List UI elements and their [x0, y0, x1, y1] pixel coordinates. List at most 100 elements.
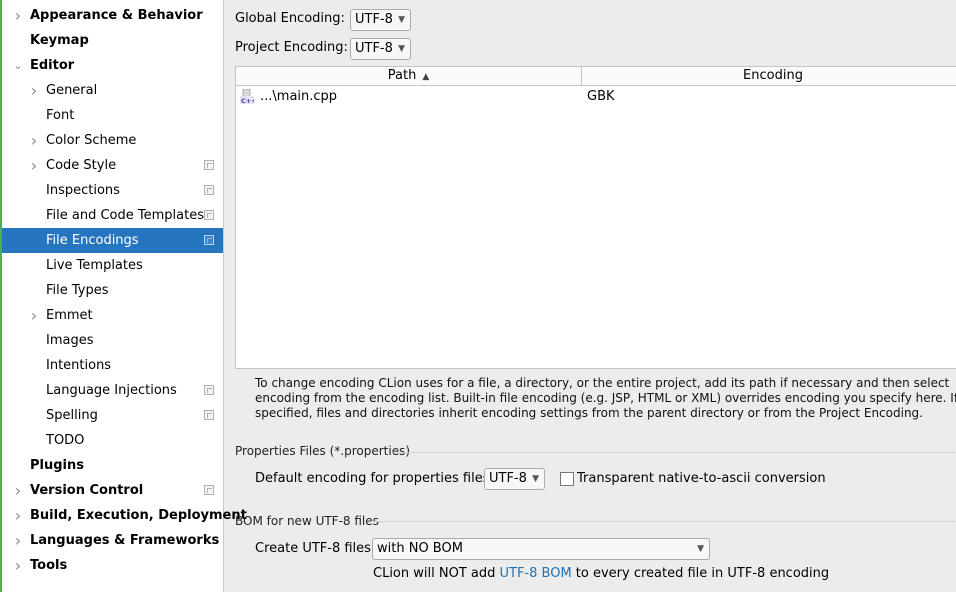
global-encoding-label: Global Encoding:: [235, 11, 345, 26]
project-encoding-label: Project Encoding:: [235, 40, 348, 55]
chevron-right-icon[interactable]: ›: [12, 3, 24, 28]
sidebar-item-label: Tools: [30, 558, 68, 573]
sidebar-item-color-scheme[interactable]: › Color Scheme: [2, 128, 223, 153]
svg-text:C++: C++: [241, 97, 254, 104]
sidebar-item-live-templates[interactable]: Live Templates: [2, 253, 223, 278]
sidebar-item-label: Live Templates: [46, 258, 143, 273]
chevron-down-icon: ▼: [532, 474, 539, 484]
chevron-right-icon[interactable]: ›: [28, 78, 40, 103]
sidebar-item-label: File Types: [46, 283, 109, 298]
sidebar-item-plugins[interactable]: Plugins: [2, 453, 223, 478]
sidebar-item-file-and-code-templates[interactable]: File and Code Templates: [2, 203, 223, 228]
sidebar-item-file-types[interactable]: File Types: [2, 278, 223, 303]
project-scope-icon: [204, 210, 214, 220]
chevron-right-icon[interactable]: ›: [28, 303, 40, 328]
sidebar-item-version-control[interactable]: › Version Control: [2, 478, 223, 503]
chevron-right-icon[interactable]: ›: [12, 528, 24, 553]
default-properties-label: Default encoding for properties files:: [255, 471, 494, 486]
sidebar-item-todo[interactable]: TODO: [2, 428, 223, 453]
sidebar-item-build-execution-deployment[interactable]: › Build, Execution, Deployment: [2, 503, 247, 528]
chevron-down-icon: ▼: [398, 15, 405, 25]
sidebar-item-language-injections[interactable]: Language Injections: [2, 378, 223, 403]
project-scope-icon: [204, 185, 214, 195]
column-header-encoding-label: Encoding: [743, 68, 803, 83]
sidebar-item-inspections[interactable]: Inspections: [2, 178, 223, 203]
chevron-right-icon[interactable]: ›: [12, 553, 24, 578]
properties-section-title: Properties Files (*.properties): [235, 444, 411, 458]
sidebar-item-label: Color Scheme: [46, 133, 137, 148]
chevron-right-icon[interactable]: ›: [12, 478, 24, 503]
chevron-down-icon[interactable]: ⌄: [12, 53, 24, 78]
sidebar-item-languages-frameworks[interactable]: › Languages & Frameworks: [2, 528, 223, 553]
chevron-right-icon[interactable]: ›: [28, 128, 40, 153]
bom-note-prefix: CLion will NOT add: [373, 566, 500, 581]
bom-section-title: BOM for new UTF-8 files: [235, 514, 379, 528]
chevron-right-icon[interactable]: ›: [12, 503, 24, 528]
sidebar-item-label: Languages & Frameworks: [30, 533, 220, 548]
chevron-right-icon[interactable]: ›: [28, 153, 40, 178]
project-encoding-select[interactable]: UTF-8 ▼: [350, 38, 411, 60]
project-scope-icon: [204, 385, 214, 395]
sidebar-item-label: Language Injections: [46, 383, 177, 398]
chevron-down-icon: ▼: [398, 44, 405, 54]
row-path: ...\main.cpp: [260, 89, 338, 104]
transparent-conversion-checkbox[interactable]: [560, 472, 574, 486]
project-encoding-value: UTF-8: [355, 41, 393, 56]
sidebar-item-label: TODO: [46, 433, 85, 448]
sidebar-item-label: File Encodings: [46, 233, 139, 248]
sidebar-item-general[interactable]: › General: [2, 78, 223, 103]
cpp-file-icon: C++: [240, 89, 254, 104]
sidebar-item-label: Editor: [30, 58, 75, 73]
sidebar-item-appearance-behavior[interactable]: › Appearance & Behavior: [2, 3, 223, 28]
sidebar-item-spelling[interactable]: Spelling: [2, 403, 223, 428]
file-encodings-panel: Global Encoding: UTF-8 ▼ Project Encodin…: [225, 0, 956, 592]
help-text: To change encoding CLion uses for a file…: [255, 376, 956, 420]
sidebar-item-editor[interactable]: ⌄ Editor: [2, 53, 223, 78]
sidebar-item-font[interactable]: Font: [2, 103, 223, 128]
sidebar-item-label: Emmet: [46, 308, 93, 323]
utf8-bom-link[interactable]: UTF-8 BOM: [500, 566, 572, 581]
sidebar-item-label: File and Code Templates: [46, 208, 204, 223]
sidebar-item-label: Build, Execution, Deployment: [30, 508, 247, 523]
default-properties-value: UTF-8: [489, 471, 527, 486]
sidebar-item-label: Intentions: [46, 358, 112, 373]
sidebar-item-label: Plugins: [30, 458, 84, 473]
transparent-conversion-label[interactable]: Transparent native-to-ascii conversion: [577, 471, 826, 486]
row-encoding[interactable]: GBK: [587, 86, 615, 108]
global-encoding-select[interactable]: UTF-8 ▼: [350, 9, 411, 31]
sidebar-item-label: General: [46, 83, 98, 98]
sidebar-item-label: Font: [46, 108, 75, 123]
sidebar-item-label: Images: [46, 333, 94, 348]
project-scope-icon: [204, 235, 214, 245]
create-utf8-label: Create UTF-8 files:: [255, 541, 376, 556]
project-scope-icon: [204, 410, 214, 420]
sidebar-item-code-style[interactable]: › Code Style: [2, 153, 223, 178]
sidebar-item-label: Version Control: [30, 483, 144, 498]
project-scope-icon: [204, 485, 214, 495]
table-header: Path ▲ Encoding: [236, 67, 956, 86]
column-header-path-label: Path: [387, 68, 417, 83]
sidebar-item-label: Appearance & Behavior: [30, 8, 203, 23]
column-header-encoding[interactable]: Encoding: [582, 67, 956, 85]
sidebar-item-keymap[interactable]: Keymap: [2, 28, 223, 53]
sidebar-item-label: Spelling: [46, 408, 98, 423]
sidebar-item-intentions[interactable]: Intentions: [2, 353, 223, 378]
default-properties-select[interactable]: UTF-8 ▼: [484, 468, 545, 490]
bom-note-suffix: to every created file in UTF-8 encoding: [571, 566, 830, 581]
sort-ascending-icon: ▲: [422, 72, 430, 82]
column-header-path[interactable]: Path ▲: [236, 67, 582, 85]
sidebar-item-images[interactable]: Images: [2, 328, 223, 353]
bom-note: CLion will NOT add UTF-8 BOM to every cr…: [373, 566, 829, 581]
global-encoding-value: UTF-8: [355, 12, 393, 27]
sidebar-item-label: Keymap: [30, 33, 89, 48]
sidebar-item-tools[interactable]: › Tools: [2, 553, 223, 578]
chevron-down-icon: ▼: [697, 544, 704, 554]
sidebar-item-emmet[interactable]: › Emmet: [2, 303, 223, 328]
project-scope-icon: [204, 160, 214, 170]
file-encodings-table[interactable]: Path ▲ Encoding C++ ...\main.cpp GBK: [235, 66, 956, 369]
table-row[interactable]: C++ ...\main.cpp GBK: [236, 86, 956, 108]
create-utf8-select[interactable]: with NO BOM ▼: [372, 538, 710, 560]
sidebar-item-file-encodings[interactable]: File Encodings: [2, 228, 223, 253]
settings-sidebar: › Appearance & Behavior Keymap ⌄ Editor › Gene…: [0, 0, 247, 592]
sidebar-item-label: Inspections: [46, 183, 120, 198]
